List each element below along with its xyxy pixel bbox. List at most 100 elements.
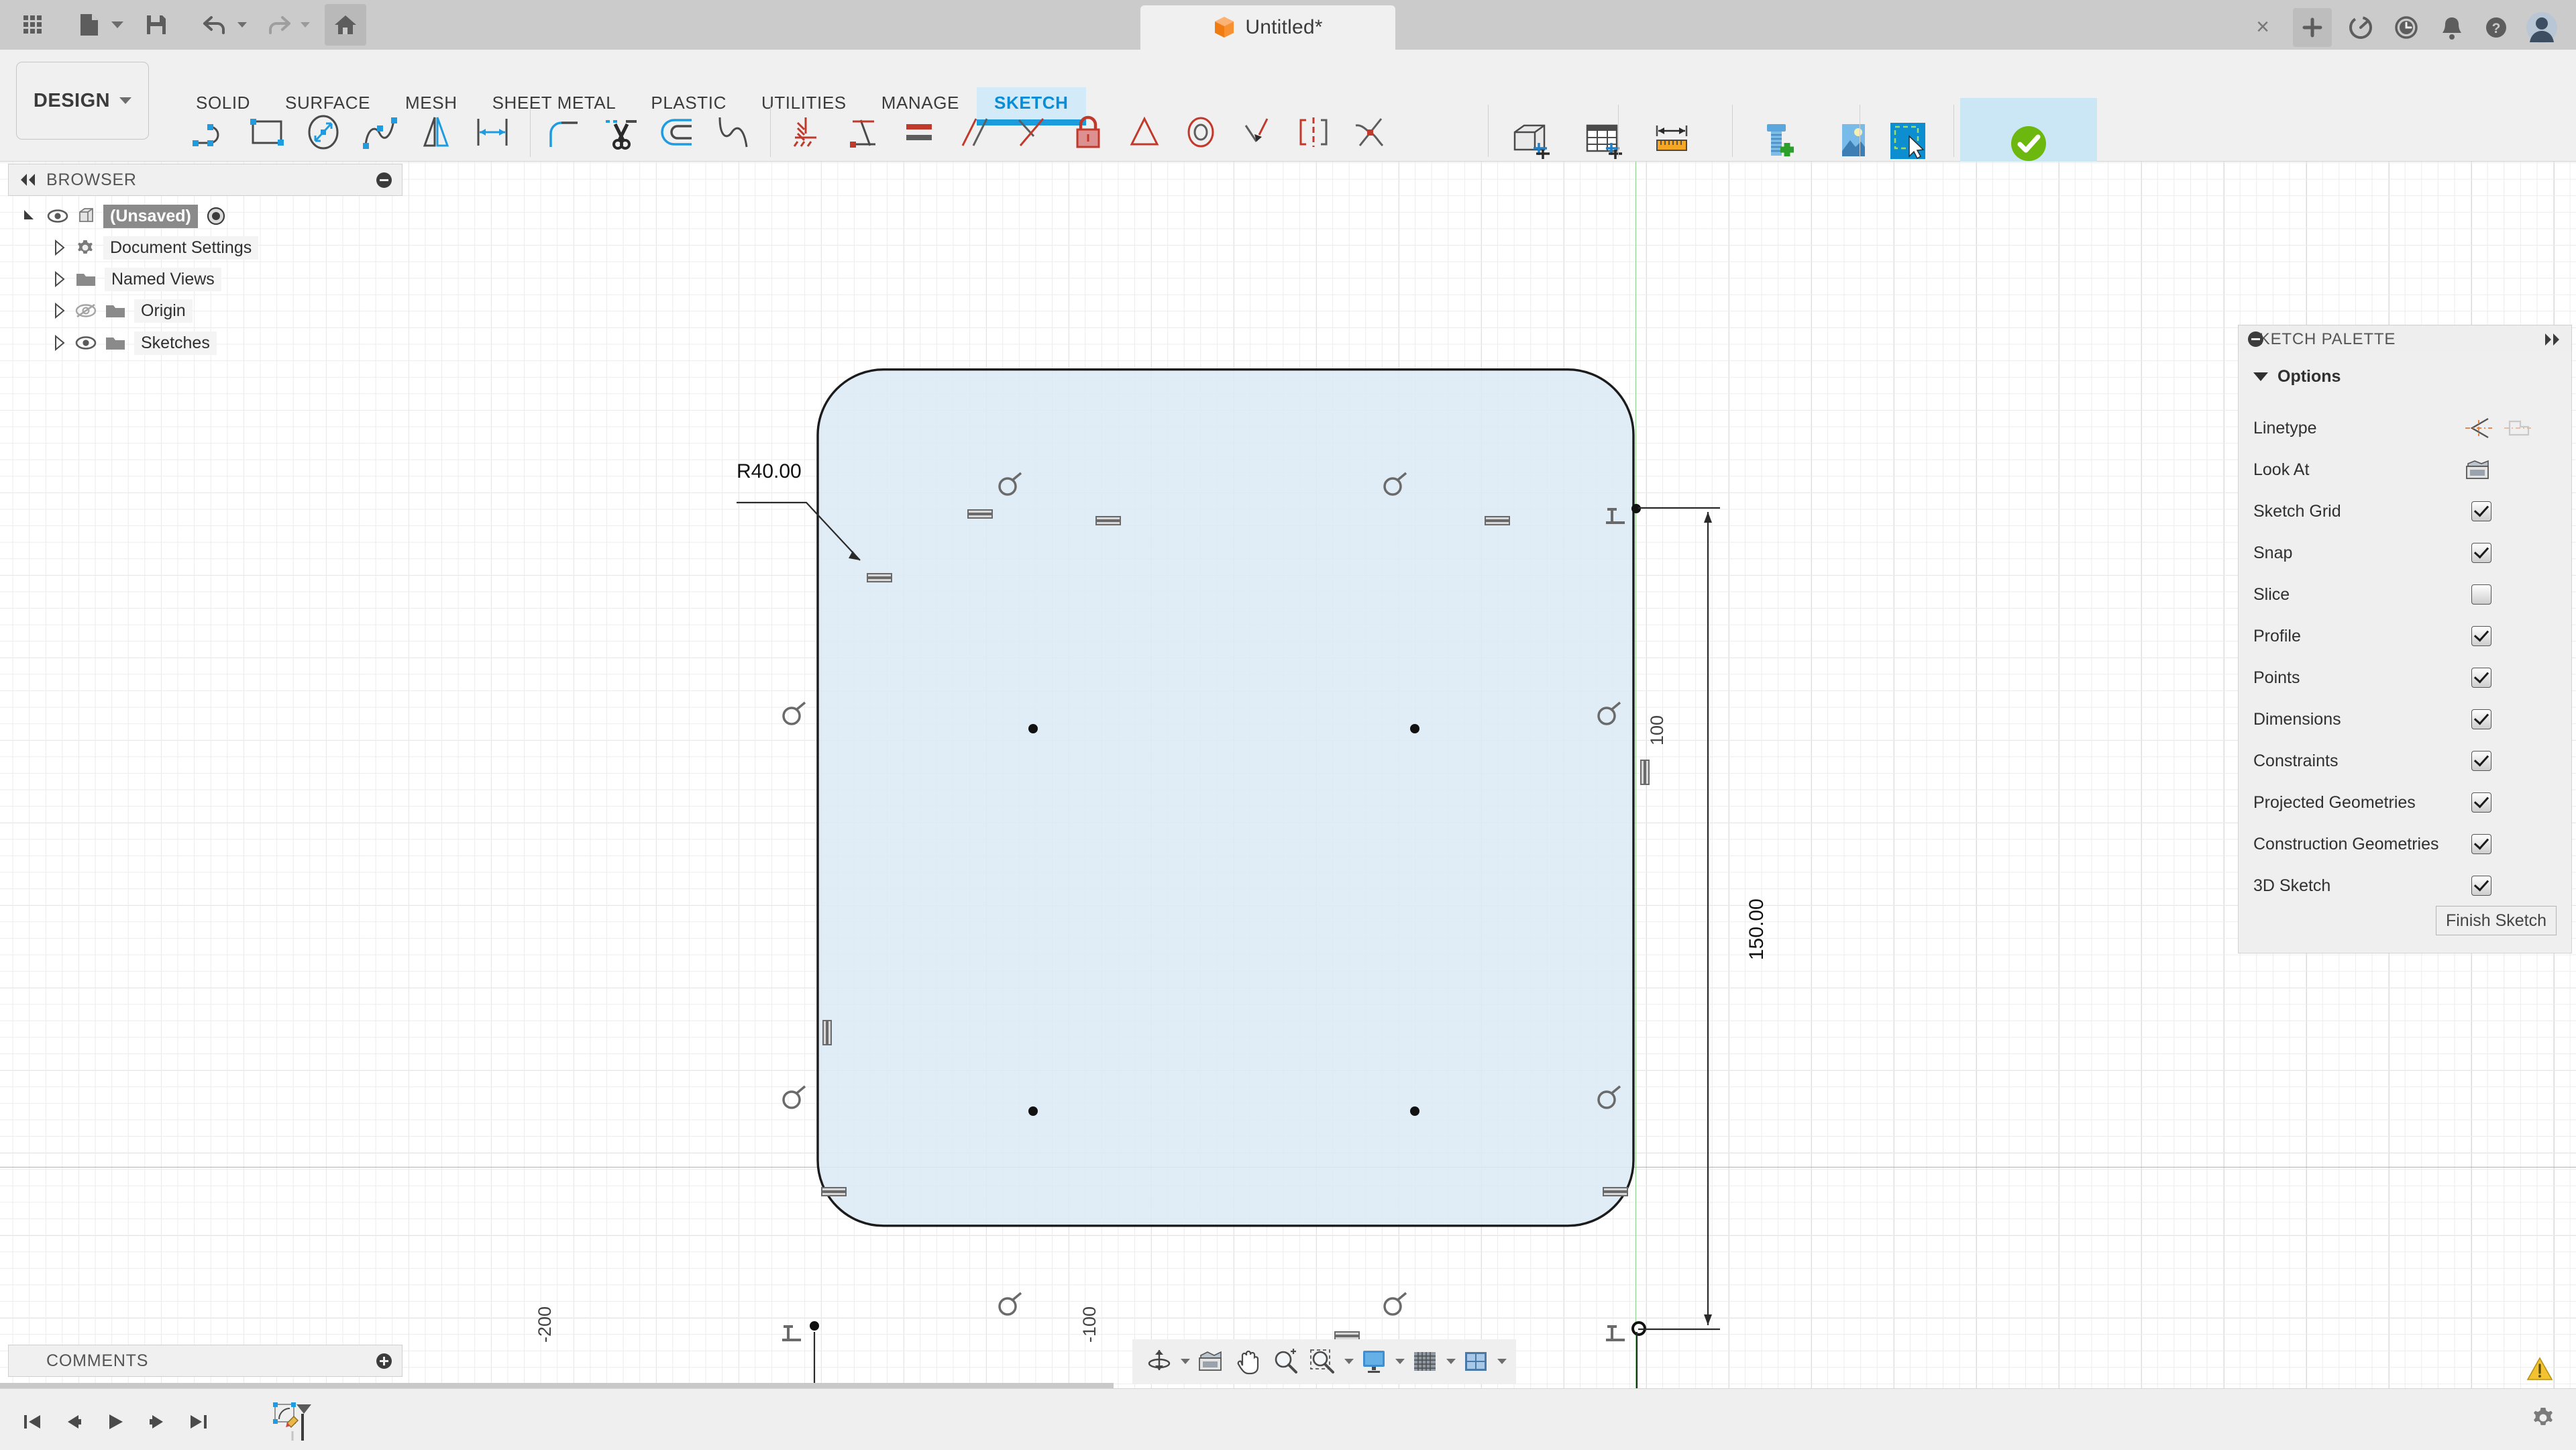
new-file-chevron-down-icon[interactable] — [111, 21, 123, 28]
constraint-symmetry-icon[interactable] — [1285, 103, 1342, 161]
comments-add-icon[interactable] — [376, 1353, 392, 1369]
constraint-glyph-horizontal[interactable] — [1602, 1185, 1629, 1198]
new-file-button[interactable] — [68, 4, 123, 46]
snap-checkbox[interactable] — [2471, 543, 2491, 563]
constraint-glyph-tangent[interactable] — [778, 698, 809, 729]
construction-geometries-checkbox[interactable] — [2471, 834, 2491, 854]
constraint-glyph-tangent[interactable] — [994, 1289, 1025, 1320]
constraint-fixed-icon[interactable] — [778, 103, 835, 161]
curvature-tool-icon[interactable] — [706, 103, 762, 161]
profile-checkbox[interactable] — [2471, 626, 2491, 646]
expand-right-icon[interactable] — [2542, 332, 2562, 347]
undo-icon[interactable] — [195, 4, 236, 46]
timeline-step-back-icon[interactable] — [62, 1408, 86, 1435]
new-file-icon[interactable] — [68, 4, 110, 46]
sketch-point[interactable] — [1028, 1106, 1038, 1116]
expand-chevron-right-icon[interactable] — [52, 270, 67, 288]
projected-geometries-checkbox[interactable] — [2471, 792, 2491, 813]
pan-hand-icon[interactable] — [1230, 1342, 1265, 1381]
constraint-glyph-tangent[interactable] — [1593, 1082, 1624, 1113]
close-tab-icon[interactable]: × — [2251, 15, 2275, 39]
browser-item-named-views[interactable]: Named Views — [52, 264, 221, 294]
activate-component-radio[interactable] — [206, 206, 226, 226]
vertical-dimension[interactable] — [1626, 497, 1747, 1343]
linetype-construction-icon[interactable] — [2502, 416, 2534, 440]
palette-minimize-icon[interactable] — [2248, 331, 2263, 347]
dimensions-checkbox[interactable] — [2471, 709, 2491, 729]
collapse-left-icon[interactable] — [18, 172, 38, 187]
constraint-collinear-icon[interactable] — [835, 103, 891, 161]
sketch-point[interactable] — [1410, 1106, 1419, 1116]
zoom-window-chevron-down-icon[interactable] — [1344, 1359, 1354, 1364]
visibility-eye-icon[interactable] — [75, 335, 97, 351]
sketch-point[interactable] — [1410, 724, 1419, 733]
display-settings-icon[interactable] — [1356, 1342, 1391, 1381]
look-at-icon[interactable] — [2464, 458, 2491, 481]
radius-dimension-text[interactable]: R40.00 — [737, 460, 802, 483]
slice-checkbox[interactable] — [2471, 584, 2491, 605]
constraint-glyph-horizontal[interactable] — [967, 507, 994, 521]
expand-triangle-icon[interactable] — [21, 207, 39, 225]
expand-chevron-right-icon[interactable] — [52, 302, 67, 319]
linetype-centerline-icon[interactable] — [2463, 416, 2495, 440]
grid-snaps-chevron-down-icon[interactable] — [1446, 1359, 1456, 1364]
browser-minimize-icon[interactable] — [376, 172, 392, 188]
line-tool-icon[interactable] — [182, 103, 239, 161]
help-icon[interactable]: ? — [2478, 9, 2514, 46]
constraint-glyph-fixed[interactable] — [1602, 505, 1629, 535]
offset-tool-icon[interactable] — [649, 103, 706, 161]
redo-button[interactable] — [258, 4, 310, 46]
options-collapse-triangle-icon[interactable] — [2253, 372, 2268, 381]
visibility-hidden-eye-icon[interactable] — [75, 303, 97, 319]
browser-item-unsaved[interactable]: (Unsaved) — [21, 201, 226, 231]
orbit-icon[interactable] — [1142, 1342, 1177, 1381]
radius-dimension-leader[interactable] — [731, 477, 919, 578]
constraint-glyph-fixed[interactable] — [778, 1323, 805, 1352]
constraint-tangent-icon[interactable] — [1116, 103, 1173, 161]
circle-tool-icon[interactable] — [295, 103, 352, 161]
timeline-step-forward-icon[interactable] — [145, 1408, 169, 1435]
mirror-tool-icon[interactable] — [408, 103, 464, 161]
sketch-profile[interactable] — [816, 353, 1635, 1346]
viewports-chevron-down-icon[interactable] — [1497, 1359, 1507, 1364]
constraint-parallel-icon[interactable] — [947, 103, 1004, 161]
display-settings-chevron-down-icon[interactable] — [1395, 1359, 1405, 1364]
zoom-window-icon[interactable] — [1305, 1342, 1340, 1381]
browser-item-document-settings[interactable]: Document Settings — [52, 233, 259, 262]
constraint-glyph-horizontal[interactable] — [1484, 514, 1511, 527]
recent-clock-icon[interactable] — [2388, 9, 2424, 46]
sketch-canvas[interactable]: -200 -100 100 R40.00 150.00 — [0, 162, 2576, 1449]
options-section-header[interactable]: Options — [2239, 352, 2571, 386]
timeline-go-to-end-icon[interactable] — [186, 1408, 211, 1435]
timeline-play-icon[interactable] — [103, 1408, 127, 1435]
look-at-nav-icon[interactable] — [1193, 1342, 1228, 1381]
redo-icon[interactable] — [258, 4, 299, 46]
notifications-bell-icon[interactable] — [2434, 9, 2470, 46]
points-checkbox[interactable] — [2471, 668, 2491, 688]
constraint-glyph-tangent[interactable] — [778, 1082, 809, 1113]
constraint-concentric-icon[interactable] — [1173, 103, 1229, 161]
constraint-glyph-horizontal[interactable] — [820, 1185, 847, 1198]
workspace-chevron-down-icon[interactable] — [119, 97, 132, 104]
app-grid-icon[interactable] — [12, 4, 54, 46]
settings-gear-icon[interactable] — [2530, 1405, 2557, 1432]
expand-chevron-right-icon[interactable] — [52, 334, 67, 352]
sketch-point[interactable] — [1028, 724, 1038, 733]
timeline-sketch-feature[interactable] — [272, 1402, 319, 1442]
warning-icon[interactable] — [2526, 1357, 2553, 1381]
constraint-glyph-tangent[interactable] — [1593, 698, 1624, 729]
orbit-chevron-down-icon[interactable] — [1181, 1359, 1190, 1364]
constraint-glyph-tangent[interactable] — [994, 469, 1025, 500]
redo-chevron-down-icon[interactable] — [301, 22, 310, 28]
constraint-coincident-icon[interactable] — [1229, 103, 1285, 161]
constraint-glyph-vertical[interactable] — [820, 1019, 834, 1046]
home-icon[interactable] — [325, 4, 366, 46]
undo-chevron-down-icon[interactable] — [237, 22, 247, 28]
viewports-icon[interactable] — [1458, 1342, 1493, 1381]
grid-snaps-icon[interactable] — [1407, 1342, 1442, 1381]
fillet-tool-icon[interactable] — [537, 103, 593, 161]
zoom-icon[interactable] — [1268, 1342, 1303, 1381]
palette-finish-sketch-button[interactable]: Finish Sketch — [2436, 906, 2557, 935]
constraint-fix-lock-icon[interactable] — [1060, 103, 1116, 161]
browser-item-sketches[interactable]: Sketches — [52, 328, 217, 358]
